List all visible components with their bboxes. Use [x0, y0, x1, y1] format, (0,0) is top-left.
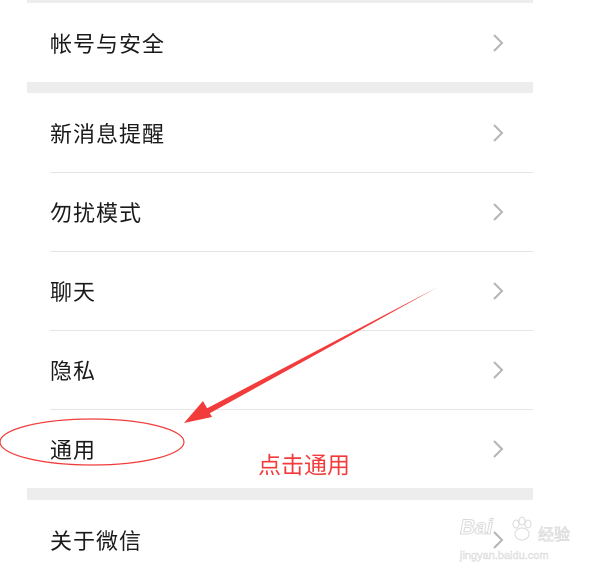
- settings-item-do-not-disturb[interactable]: 勿扰模式: [27, 172, 533, 251]
- chevron-right-icon: [493, 202, 504, 221]
- chevron-right-icon: [493, 33, 504, 52]
- settings-group-account: 帐号与安全: [27, 3, 533, 82]
- watermark-product: 经验: [538, 525, 571, 545]
- settings-item-label: 新消息提醒: [50, 122, 166, 148]
- settings-item-label: 勿扰模式: [50, 201, 143, 227]
- baidu-paw-icon: [512, 516, 532, 541]
- settings-item-chat[interactable]: 聊天: [27, 251, 533, 330]
- chevron-right-icon: [493, 439, 504, 458]
- settings-item-new-message-alerts[interactable]: 新消息提醒: [27, 93, 533, 172]
- chevron-right-icon: [493, 123, 504, 142]
- watermark-domain: jingyan.baidu.com: [460, 550, 549, 563]
- baidu-jingyan-watermark: Bai 经验 jingyan.baidu.com: [458, 510, 588, 572]
- settings-group-main: 新消息提醒 勿扰模式 聊天 隐私 通用: [27, 93, 533, 488]
- settings-item-label: 隐私: [50, 359, 97, 385]
- chevron-right-icon: [493, 360, 504, 379]
- settings-item-label: 关于微信: [50, 529, 143, 555]
- annotation-callout-text: 点击通用: [258, 453, 350, 479]
- settings-item-privacy[interactable]: 隐私: [27, 330, 533, 409]
- settings-item-label: 通用: [50, 438, 97, 464]
- chevron-right-icon: [493, 281, 504, 300]
- watermark-brand: Bai: [460, 516, 494, 540]
- settings-screen: 帐号与安全 新消息提醒 勿扰模式 聊天 隐私 通用 关于微信: [27, 0, 533, 579]
- settings-item-account-security[interactable]: 帐号与安全: [27, 3, 533, 82]
- settings-item-label: 帐号与安全: [50, 32, 166, 58]
- settings-item-label: 聊天: [50, 280, 97, 306]
